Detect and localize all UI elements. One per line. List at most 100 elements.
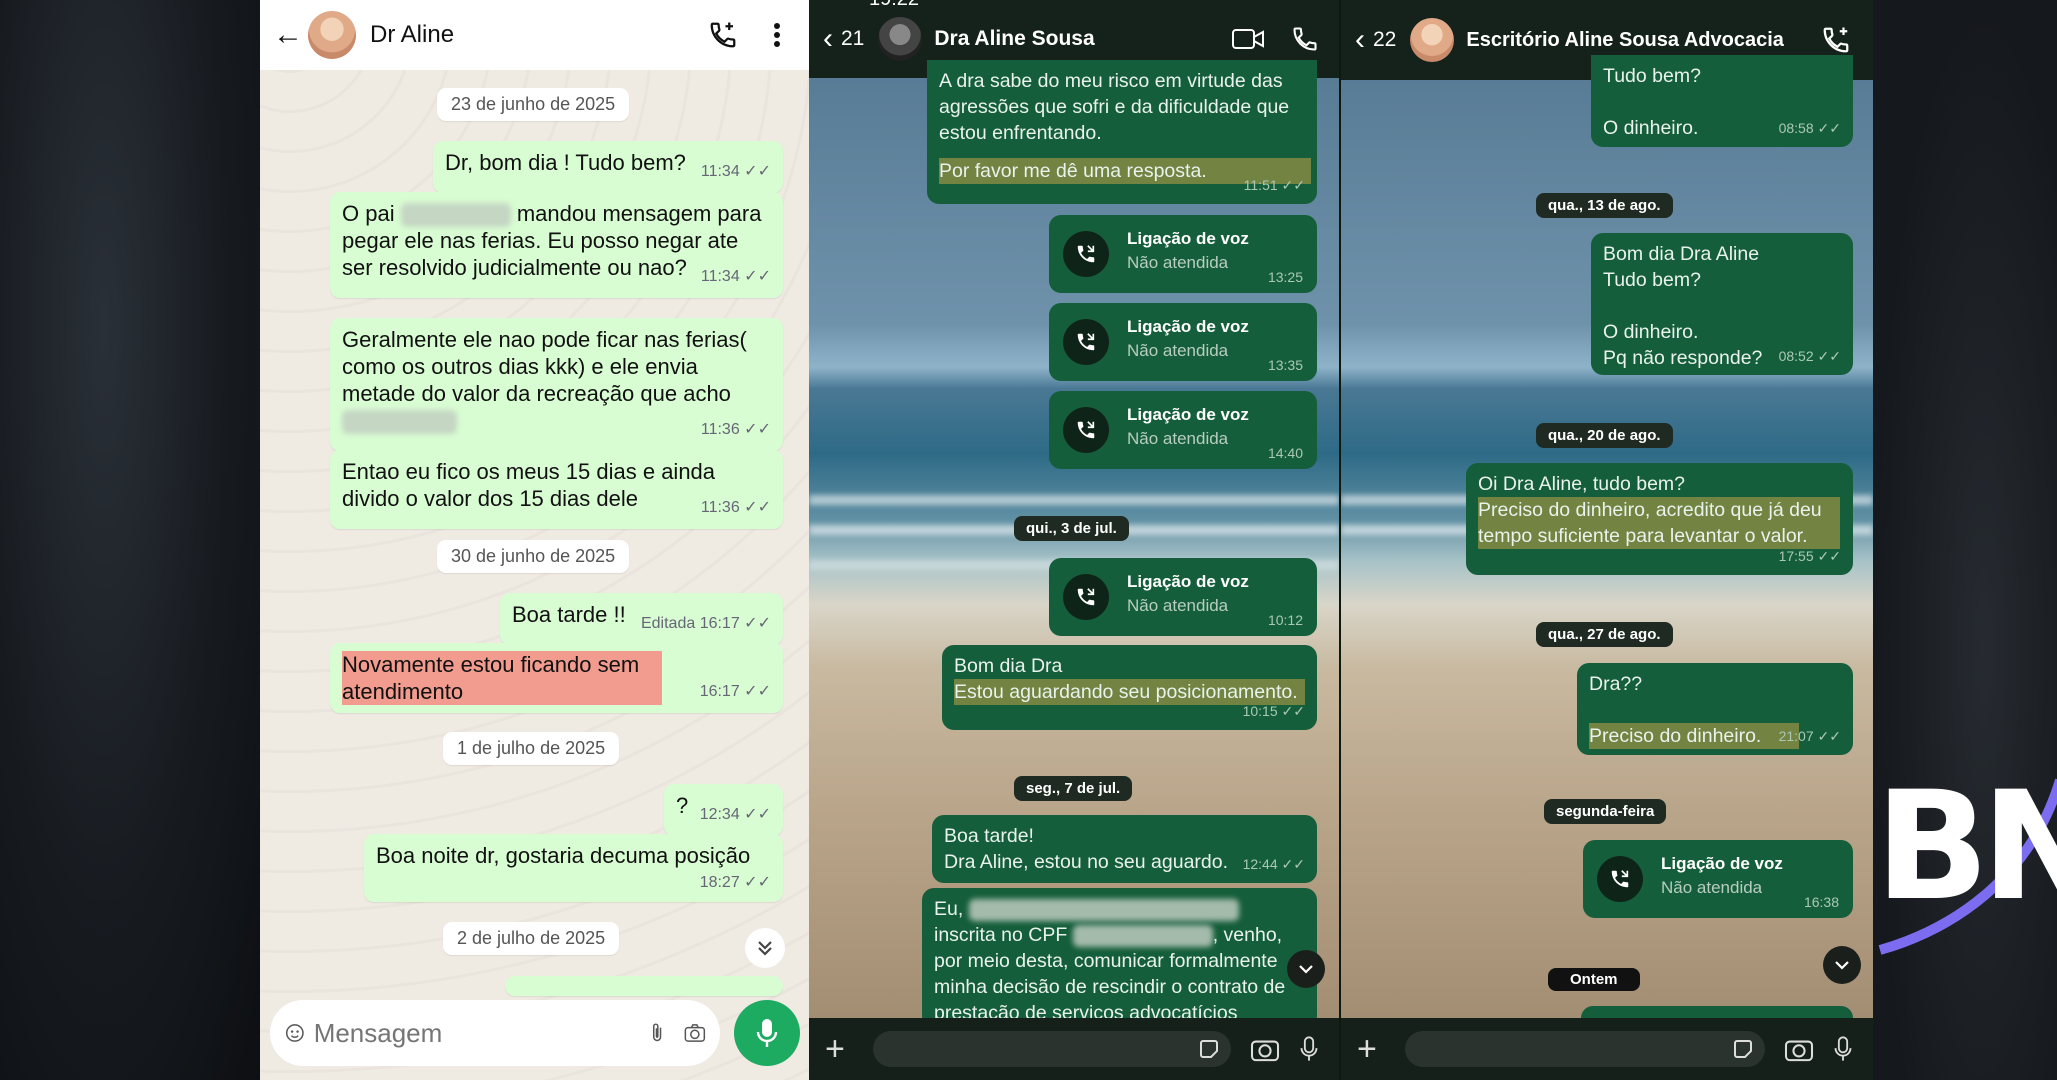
message-bubble[interactable]: Boa noite dr, gostaria decuma posição 18…: [364, 834, 783, 902]
mic-icon[interactable]: [1821, 1034, 1865, 1064]
back-chevron-icon[interactable]: ‹: [1355, 23, 1365, 57]
scroll-down-button[interactable]: [745, 928, 785, 968]
message-text: ?: [676, 793, 689, 818]
phone-icon[interactable]: [1291, 25, 1319, 53]
more-options-icon[interactable]: [755, 13, 799, 57]
call-time: 13:35: [1267, 357, 1303, 373]
message-time: Editada 16:17 ✓✓: [640, 615, 771, 632]
back-arrow-icon[interactable]: ←: [268, 18, 308, 52]
voice-call-card[interactable]: Ligação de voz Não atendida 16:38: [1583, 840, 1853, 918]
date-divider: qua., 20 de ago.: [1536, 423, 1673, 448]
message-text: O pai: [342, 201, 395, 226]
message-time: 12:44 ✓✓: [1242, 856, 1305, 872]
message-bubble[interactable]: Boa tarde !! Editada 16:17 ✓✓: [500, 593, 783, 645]
call-title: Ligação de voz: [1127, 229, 1249, 248]
message-bubble[interactable]: Bom dia Dra Estou aguardando seu posicio…: [942, 645, 1317, 730]
mic-button[interactable]: [734, 1000, 800, 1066]
message-time: 11:51 ✓✓: [1243, 177, 1305, 193]
call-status: Não atendida: [1127, 429, 1229, 448]
attach-icon[interactable]: [649, 1017, 667, 1049]
status-time: 19:22: [869, 0, 919, 11]
date-divider: 23 de junho de 2025: [437, 88, 630, 121]
message-text: Tudo bem?: [1603, 269, 1701, 291]
message-bubble[interactable]: O pai mandou mensagem para pegar ele nas…: [330, 192, 783, 299]
message-bubble[interactable]: Bom dia Dra Aline Tudo bem? O dinheiro. …: [1591, 233, 1853, 375]
missed-call-icon: [1063, 407, 1109, 453]
message-text: Eu,: [934, 898, 964, 920]
avatar[interactable]: [878, 17, 923, 61]
date-divider: seg., 7 de jul.: [1014, 776, 1133, 801]
message-bubble[interactable]: Dr, bom dia ! Tudo bem? 11:34 ✓✓: [433, 141, 783, 193]
date-divider: segunda-feira: [1544, 799, 1667, 824]
chat-panel-android: ← Dr Aline 23 de junho de 2025 Dr, bom d…: [260, 0, 809, 1080]
call-status: Não atendida: [1661, 878, 1763, 897]
message-time: 11:34 ✓✓: [700, 163, 771, 180]
message-bubble[interactable]: Novamente estou ficando sem atendimento …: [330, 643, 783, 713]
message-bubble[interactable]: Geralmente ele nao pode ficar nas ferias…: [330, 318, 783, 451]
message-bubble[interactable]: Boa tarde! Dra Aline, estou no seu aguar…: [932, 815, 1317, 883]
message-text: Boa tarde !!: [512, 602, 626, 627]
unread-count[interactable]: 22: [1373, 28, 1396, 52]
message-bubble[interactable]: A dra sabe do meu risco em virtude das a…: [927, 60, 1317, 204]
missed-call-icon: [1063, 231, 1109, 277]
camera-icon[interactable]: [684, 1019, 706, 1047]
call-status: Não atendida: [1127, 253, 1229, 272]
message-bubble[interactable]: Eu, inscrita no CPF , venho, por meio de…: [922, 888, 1317, 1028]
message-input-bar: [270, 1000, 720, 1066]
call-status: Não atendida: [1127, 341, 1229, 360]
voice-call-card[interactable]: Ligação de voz Não atendida 13:25: [1049, 215, 1317, 293]
mic-icon[interactable]: [1287, 1034, 1331, 1064]
call-time: 13:25: [1267, 269, 1303, 285]
message-text: Dr, bom dia ! Tudo bem?: [445, 150, 686, 175]
date-divider: Ontem: [1548, 968, 1640, 991]
message-input[interactable]: [873, 1031, 1231, 1067]
message-bubble[interactable]: Tudo bem? O dinheiro. 08:58 ✓✓: [1591, 55, 1853, 147]
message-text: Oi Dra Aline, tudo bem?: [1478, 473, 1686, 495]
date-divider: qui., 3 de jul.: [1014, 516, 1129, 541]
message-input-bar: +: [1341, 1018, 1873, 1080]
watermark-logo: BN: [1875, 760, 2057, 934]
camera-icon[interactable]: [1777, 1036, 1821, 1062]
message-text: Entao eu fico os meus 15 dias e ainda di…: [342, 459, 716, 511]
contact-name[interactable]: Dr Aline: [370, 21, 701, 49]
message-time: 08:52 ✓✓: [1778, 348, 1841, 364]
voice-call-card[interactable]: Ligação de voz Não atendida 14:40: [1049, 391, 1317, 469]
message-text: Bom dia Dra Aline: [1603, 243, 1760, 265]
chat-panel-ios-2: ‹ 22 Escritório Aline Sousa Advocacia Tu…: [1339, 0, 1873, 1080]
contact-name[interactable]: Dra Aline Sousa: [934, 27, 1231, 51]
video-call-icon[interactable]: [1231, 27, 1265, 51]
message-bubble[interactable]: Oi Dra Aline, tudo bem? Preciso do dinhe…: [1466, 463, 1853, 575]
scroll-down-button[interactable]: [1823, 946, 1861, 984]
camera-icon[interactable]: [1243, 1036, 1287, 1062]
message-time: 11:36 ✓✓: [700, 421, 771, 438]
call-time: 10:12: [1267, 612, 1303, 628]
scroll-down-button[interactable]: [1287, 950, 1325, 988]
message-input[interactable]: [313, 1017, 649, 1049]
sticker-icon[interactable]: [1731, 1037, 1755, 1061]
contact-name[interactable]: Escritório Aline Sousa Advocacia: [1466, 29, 1821, 52]
add-call-icon[interactable]: [701, 13, 745, 57]
message-text: inscrita no CPF: [934, 924, 1068, 946]
message-highlight-text: Preciso do dinheiro, acredito que já deu…: [1478, 497, 1840, 549]
message-bubble[interactable]: ? 12:34 ✓✓: [664, 784, 783, 836]
plus-icon[interactable]: +: [825, 1030, 859, 1069]
sticker-icon[interactable]: [1197, 1037, 1221, 1061]
voice-call-card[interactable]: Ligação de voz Não atendida 13:35: [1049, 303, 1317, 381]
unread-count[interactable]: 21: [841, 27, 864, 51]
redacted-cpf: [1072, 924, 1213, 947]
missed-call-icon: [1063, 319, 1109, 365]
avatar[interactable]: [308, 11, 356, 59]
plus-icon[interactable]: +: [1357, 1030, 1391, 1069]
sticker-icon[interactable]: [284, 1017, 306, 1049]
back-chevron-icon[interactable]: ‹: [823, 22, 833, 56]
background-left: [0, 0, 260, 1080]
add-call-icon[interactable]: [1821, 25, 1851, 55]
message-text: Geralmente ele nao pode ficar nas ferias…: [342, 327, 747, 406]
call-time: 16:38: [1803, 894, 1839, 910]
message-time: 08:58 ✓✓: [1778, 120, 1841, 136]
voice-call-card[interactable]: Ligação de voz Não atendida 10:12: [1049, 558, 1317, 636]
avatar[interactable]: [1410, 18, 1455, 62]
message-bubble[interactable]: Entao eu fico os meus 15 dias e ainda di…: [330, 450, 783, 529]
message-bubble[interactable]: Dra?? Preciso do dinheiro. 21:07 ✓✓: [1577, 663, 1853, 755]
message-input[interactable]: [1405, 1031, 1765, 1067]
